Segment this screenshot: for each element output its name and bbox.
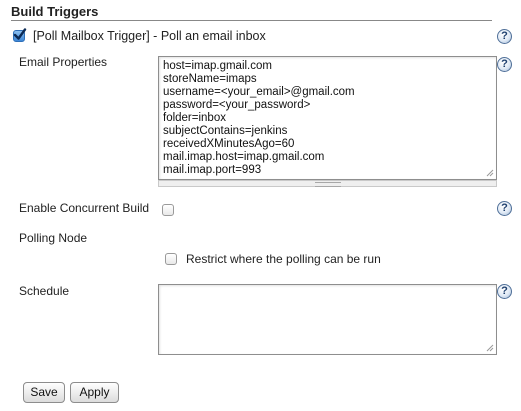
email-property-line: password=<your_password> [163, 99, 311, 111]
email-property-line: folder=inbox [163, 112, 226, 124]
help-icon[interactable]: ? [497, 57, 512, 72]
email-property-line: mail.imap.host=imap.gmail.com [163, 151, 325, 163]
email-property-line: receivedXMinutesAgo=60 [163, 138, 295, 150]
resize-grip-icon[interactable] [486, 169, 494, 177]
polling-node-label: Polling Node [19, 231, 88, 245]
poll-mailbox-trigger-label: [Poll Mailbox Trigger] - Poll an email i… [33, 29, 266, 43]
email-property-line: mail.imap.port=993 [163, 164, 262, 176]
checkmark-icon [13, 28, 27, 40]
save-button[interactable]: Save [23, 382, 65, 403]
email-property-line: storeName=imaps [163, 73, 257, 85]
help-icon[interactable]: ? [497, 29, 512, 44]
email-properties-label: Email Properties [19, 55, 108, 69]
email-property-line: username=<your_email>@gmail.com [163, 86, 355, 98]
email-property-line: host=imap.gmail.com [163, 60, 272, 72]
email-properties-text: host=imap.gmail.com storeName=imaps userna… [163, 60, 355, 177]
email-properties-textarea[interactable]: host=imap.gmail.com storeName=imaps userna… [158, 56, 497, 180]
schedule-textarea[interactable] [158, 284, 497, 355]
apply-button[interactable]: Apply [70, 382, 119, 403]
email-property-line: subjectContains=jenkins [163, 125, 288, 137]
restrict-polling-checkbox[interactable] [165, 253, 177, 265]
resize-grip-icon[interactable] [486, 344, 494, 352]
email-properties-resize-handle[interactable] [158, 180, 497, 187]
restrict-polling-label: Restrict where the polling can be run [186, 252, 381, 266]
help-icon[interactable]: ? [497, 284, 512, 299]
section-title: Build Triggers [11, 4, 99, 19]
help-icon[interactable]: ? [497, 201, 512, 216]
schedule-label: Schedule [19, 284, 70, 298]
concurrent-build-checkbox[interactable] [162, 204, 174, 216]
concurrent-build-label: Enable Concurrent Build [19, 201, 150, 215]
section-divider [11, 20, 492, 21]
poll-mailbox-trigger-checkbox[interactable] [13, 28, 27, 42]
